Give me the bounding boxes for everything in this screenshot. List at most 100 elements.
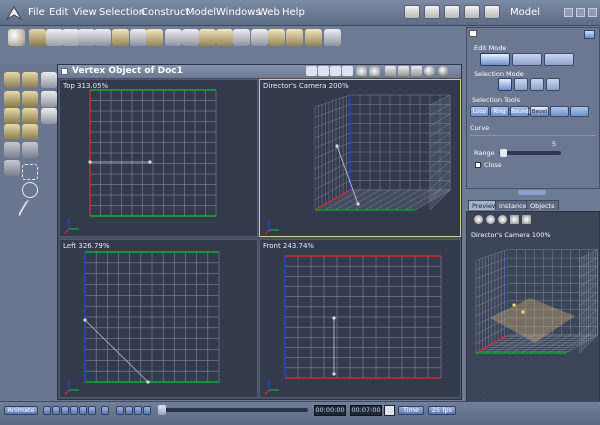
rotate-icon[interactable]: [4, 91, 20, 107]
select-arrow-icon[interactable]: [4, 72, 20, 88]
menu-web[interactable]: Web: [258, 7, 280, 18]
smooth-shading-icon[interactable]: [424, 66, 435, 76]
panel-close-icon[interactable]: [469, 30, 477, 37]
animate-button[interactable]: Animate: [4, 406, 38, 415]
eyedropper-icon[interactable]: [22, 142, 38, 158]
weld-tool-icon[interactable]: [165, 29, 182, 46]
pyramid-tool-icon[interactable]: [268, 29, 285, 46]
fps-select[interactable]: 25 fps: [428, 406, 456, 415]
vertex-point[interactable]: [332, 372, 336, 376]
vertex-point[interactable]: [148, 160, 152, 164]
knife-tool-icon[interactable]: [62, 29, 79, 46]
move-tool-icon[interactable]: [29, 29, 46, 46]
step-back-button[interactable]: [52, 406, 60, 415]
current-time-field[interactable]: 00:00:00: [314, 405, 346, 416]
keyframe-delete-button[interactable]: [143, 406, 151, 415]
flat-shading-icon[interactable]: [411, 66, 422, 76]
pen-tool-icon[interactable]: [251, 29, 268, 46]
edit-mode-edge-button[interactable]: [512, 53, 542, 66]
select-edges-button[interactable]: [514, 78, 528, 91]
tool-shrink-button[interactable]: [570, 106, 589, 117]
magnify-icon[interactable]: [41, 108, 57, 124]
room-library-icon[interactable]: [484, 5, 500, 19]
shading-icon[interactable]: [369, 66, 380, 76]
select-points-button[interactable]: [498, 78, 512, 91]
menu-model[interactable]: Model: [186, 7, 216, 18]
viewport-left[interactable]: Left 326.79%: [59, 239, 258, 398]
select-objects-button[interactable]: [546, 78, 560, 91]
loop-button[interactable]: [101, 406, 109, 415]
layout-split-icon[interactable]: [318, 66, 329, 76]
sphere-orbit-icon[interactable]: [4, 124, 20, 140]
lock-tool-icon[interactable]: [233, 29, 250, 46]
tool-grow-button[interactable]: [550, 106, 569, 117]
vertex-point[interactable]: [88, 160, 92, 164]
viewport-front[interactable]: Front 243.74%: [259, 239, 461, 398]
sphere-tool-icon[interactable]: [8, 29, 25, 46]
dome-tool-icon[interactable]: [112, 29, 129, 46]
keyframe-button[interactable]: [125, 406, 133, 415]
cut-tool-icon[interactable]: [182, 29, 199, 46]
render-preview-icon[interactable]: [438, 66, 449, 76]
preview-zoom-icon[interactable]: [498, 215, 507, 224]
range-slider[interactable]: [499, 151, 561, 155]
play-reverse-button[interactable]: [61, 406, 69, 415]
twist-icon[interactable]: [4, 108, 20, 124]
room-render-icon[interactable]: [464, 5, 480, 19]
trackball-icon[interactable]: [22, 124, 38, 140]
stop-button[interactable]: [70, 406, 78, 415]
keyframe-next-button[interactable]: [134, 406, 142, 415]
preview-point[interactable]: [521, 310, 525, 314]
viewport-top[interactable]: Top 313.05%: [59, 79, 258, 237]
scale-icon[interactable]: [22, 91, 38, 107]
vertex-point[interactable]: [83, 318, 87, 322]
display-mode-icon[interactable]: [356, 66, 367, 76]
menu-selection[interactable]: Selection: [99, 7, 145, 18]
play-button[interactable]: [79, 406, 87, 415]
bridge-tool-icon[interactable]: [130, 29, 147, 46]
hand-pan-icon[interactable]: [41, 91, 57, 107]
room-scene-icon[interactable]: [444, 5, 460, 19]
preview-pan-icon[interactable]: [474, 215, 483, 224]
select-faces-button[interactable]: [530, 78, 544, 91]
menu-edit[interactable]: Edit: [49, 7, 68, 18]
preview-orbit-icon[interactable]: [486, 215, 495, 224]
room-model-icon[interactable]: [404, 5, 420, 19]
go-start-button[interactable]: [43, 406, 51, 415]
window-minimize-button[interactable]: [564, 8, 573, 17]
time-options-icon[interactable]: [384, 405, 395, 416]
box-tool-icon[interactable]: [199, 29, 216, 46]
bounding-box-icon[interactable]: [398, 66, 409, 76]
menu-help[interactable]: Help: [282, 7, 305, 18]
tab-objects[interactable]: Objects: [526, 200, 559, 210]
vertex-point[interactable]: [332, 316, 336, 320]
plane-tool-icon[interactable]: [286, 29, 303, 46]
tool-boundary-button[interactable]: Boundary: [510, 106, 538, 117]
move-icon[interactable]: [22, 72, 38, 88]
time-scrubber-thumb[interactable]: [158, 405, 166, 415]
preview-shading-icon[interactable]: [510, 215, 519, 224]
menu-file[interactable]: File: [28, 7, 45, 18]
keyframe-prev-button[interactable]: [116, 406, 124, 415]
range-slider-thumb[interactable]: [500, 149, 507, 157]
room-paint-icon[interactable]: [424, 5, 440, 19]
edit-mode-vertex-button[interactable]: [480, 53, 510, 66]
extrude-tool-icon[interactable]: [94, 29, 111, 46]
end-time-field[interactable]: 00:07:00: [350, 405, 382, 416]
edit-mode-face-button[interactable]: [544, 53, 574, 66]
time-scrubber[interactable]: [160, 408, 308, 412]
layout-quad-icon[interactable]: [330, 66, 341, 76]
layout-four-icon[interactable]: [342, 66, 353, 76]
shrink-tool-icon[interactable]: [78, 29, 95, 46]
layout-single-icon[interactable]: [306, 66, 317, 76]
wireframe-icon[interactable]: [385, 66, 396, 76]
lasso-select-icon[interactable]: [22, 182, 38, 198]
time-mode-select[interactable]: Time: [398, 406, 424, 415]
link-icon[interactable]: [4, 160, 20, 176]
viewport-director-camera[interactable]: Director's Camera 200%: [259, 79, 461, 237]
window-zoom-button[interactable]: [576, 8, 585, 17]
go-end-button[interactable]: [88, 406, 96, 415]
app-logo-icon[interactable]: [6, 5, 22, 21]
cube-tool-icon[interactable]: [216, 29, 233, 46]
menu-view[interactable]: View: [73, 7, 97, 18]
